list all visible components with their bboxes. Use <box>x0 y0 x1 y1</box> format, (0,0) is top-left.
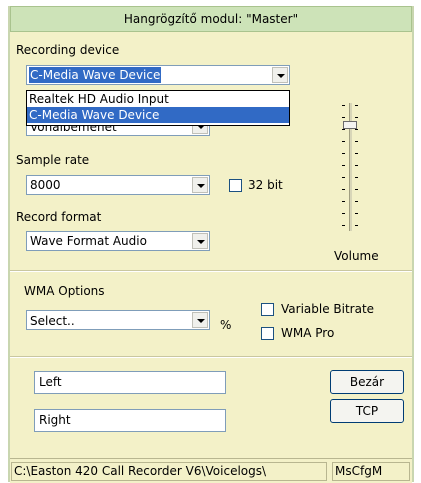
record-format-select[interactable]: Wave Format Audio <box>26 231 210 251</box>
window-title: Hangrögzítő modul: "Master" <box>10 6 412 32</box>
volume-tick <box>355 165 358 166</box>
wma-options-select[interactable]: Select.. <box>26 310 210 330</box>
recording-device-select[interactable]: C-Media Wave Device <box>26 65 290 85</box>
variable-bitrate-checkbox[interactable] <box>261 303 274 316</box>
left-channel-field[interactable]: Left <box>34 371 226 394</box>
status-path: C:\Easton 420 Call Recorder V6\Voicelogs… <box>11 462 327 481</box>
volume-tick <box>342 189 345 190</box>
recording-device-dropdown[interactable]: Realtek HD Audio Input C-Media Wave Devi… <box>26 90 290 126</box>
volume-tick <box>355 213 358 214</box>
status-config: MsCfgM <box>332 462 410 481</box>
volume-thumb[interactable] <box>343 121 357 129</box>
32bit-label: 32 bit <box>248 178 283 192</box>
status-bar: C:\Easton 420 Call Recorder V6\Voicelogs… <box>10 458 412 483</box>
wma-options-value: Select.. <box>30 314 75 328</box>
volume-tick <box>355 225 358 226</box>
wma-options-label: WMA Options <box>24 284 105 298</box>
sample-rate-select[interactable]: 8000 <box>26 175 210 195</box>
volume-tick <box>342 177 345 178</box>
recorder-window: Hangrögzítő modul: "Master" Recording de… <box>8 6 414 483</box>
volume-tick <box>355 105 358 106</box>
chevron-down-icon[interactable] <box>272 67 288 83</box>
right-channel-field[interactable]: Right <box>34 409 226 432</box>
volume-tick <box>342 105 345 106</box>
volume-tick <box>342 225 345 226</box>
dropdown-option-realtek[interactable]: Realtek HD Audio Input <box>27 91 289 107</box>
volume-tick <box>355 153 358 154</box>
sample-rate-value: 8000 <box>30 178 61 192</box>
chevron-down-icon[interactable] <box>192 312 208 328</box>
32bit-checkbox[interactable] <box>229 179 242 192</box>
dropdown-option-cmedia[interactable]: C-Media Wave Device <box>27 107 289 123</box>
divider <box>10 270 412 272</box>
volume-tick <box>355 189 358 190</box>
volume-tick <box>342 201 345 202</box>
volume-slider[interactable] <box>340 103 360 231</box>
recording-device-value: C-Media Wave Device <box>29 67 162 83</box>
percent-label: % <box>220 318 232 332</box>
volume-tick <box>342 165 345 166</box>
volume-tick <box>355 201 358 202</box>
volume-tick <box>355 141 358 142</box>
volume-tick <box>342 141 345 142</box>
record-format-value: Wave Format Audio <box>30 234 147 248</box>
close-button[interactable]: Bezár <box>330 370 404 394</box>
divider <box>10 356 412 358</box>
chevron-down-icon[interactable] <box>192 233 208 249</box>
volume-tick <box>355 117 358 118</box>
volume-tick <box>342 213 345 214</box>
wma-pro-checkbox[interactable] <box>261 327 274 340</box>
volume-tick <box>355 177 358 178</box>
wma-pro-label: WMA Pro <box>281 326 335 340</box>
sample-rate-label: Sample rate <box>16 153 90 167</box>
volume-tick <box>342 153 345 154</box>
variable-bitrate-label: Variable Bitrate <box>281 302 375 316</box>
volume-label: Volume <box>334 249 379 263</box>
record-format-label: Record format <box>16 210 102 224</box>
chevron-down-icon[interactable] <box>192 177 208 193</box>
recording-device-label: Recording device <box>16 43 120 57</box>
tcp-button[interactable]: TCP <box>330 399 404 423</box>
volume-tick <box>342 117 345 118</box>
volume-tick <box>342 129 345 130</box>
volume-tick <box>355 129 358 130</box>
